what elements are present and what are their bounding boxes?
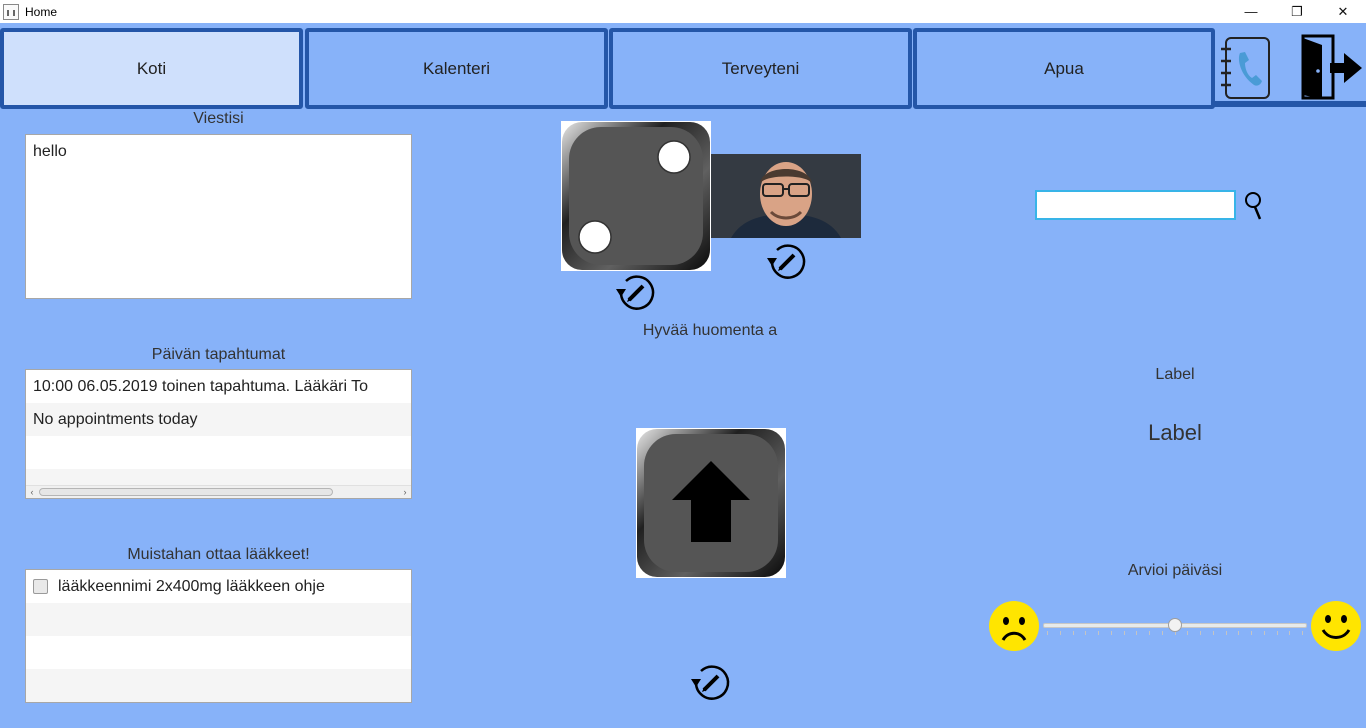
window-controls: — ❐ ✕ bbox=[1228, 0, 1366, 23]
sad-face-icon bbox=[989, 601, 1039, 651]
medicine-label: lääkkeennimi 2x400mg lääkkeen ohje bbox=[58, 577, 325, 595]
events-list[interactable]: 10:00 06.05.2019 toinen tapahtuma. Lääkä… bbox=[25, 369, 412, 499]
scroll-left-icon[interactable]: ‹ bbox=[26, 486, 38, 498]
medicine-item[interactable] bbox=[26, 669, 411, 702]
phonebook-icon[interactable] bbox=[1218, 35, 1274, 101]
greeting-text: Hyvää huomenta a bbox=[642, 322, 778, 339]
messages-box[interactable]: hello bbox=[25, 134, 412, 299]
label-small: Label bbox=[1155, 366, 1195, 383]
events-title: Päivän tapahtumat bbox=[151, 346, 286, 363]
medicine-list[interactable]: lääkkeennimi 2x400mg lääkkeen ohje bbox=[25, 569, 412, 703]
medicine-item[interactable] bbox=[26, 636, 411, 669]
medicine-checkbox[interactable] bbox=[33, 579, 48, 594]
tab-terveyteni[interactable]: Terveyteni bbox=[609, 28, 912, 109]
edit-dice-icon[interactable] bbox=[613, 271, 657, 315]
restore-button[interactable]: ❐ bbox=[1274, 0, 1320, 23]
happy-face-icon bbox=[1311, 601, 1361, 651]
minimize-button[interactable]: — bbox=[1228, 0, 1274, 23]
message-text: hello bbox=[33, 143, 67, 160]
title-bar: Home — ❐ ✕ bbox=[0, 0, 1366, 23]
event-row[interactable] bbox=[26, 436, 411, 469]
edit-avatar-icon[interactable] bbox=[764, 240, 808, 284]
messages-title: Viestisi bbox=[193, 110, 244, 127]
window-title: Home bbox=[25, 4, 58, 19]
event-row[interactable]: 10:00 06.05.2019 toinen tapahtuma. Lääkä… bbox=[26, 370, 411, 403]
search-input[interactable] bbox=[1035, 190, 1236, 220]
tab-koti[interactable]: Koti bbox=[0, 28, 303, 109]
event-row[interactable]: No appointments today bbox=[26, 403, 411, 436]
rating-title: Arvioi päiväsi bbox=[1127, 562, 1223, 579]
edit-greeting-icon[interactable] bbox=[688, 661, 732, 705]
rating-slider[interactable] bbox=[1043, 612, 1307, 640]
slider-thumb[interactable] bbox=[1168, 618, 1182, 632]
app-icon bbox=[3, 3, 19, 20]
exit-door-icon[interactable] bbox=[1300, 33, 1364, 101]
scroll-right-icon[interactable]: › bbox=[399, 486, 411, 498]
medicine-title: Muistahan ottaa lääkkeet! bbox=[127, 546, 310, 563]
medicine-item[interactable]: lääkkeennimi 2x400mg lääkkeen ohje bbox=[26, 570, 411, 603]
horizontal-scrollbar[interactable]: ‹ › bbox=[26, 485, 411, 498]
tab-bar-underline bbox=[1214, 101, 1366, 107]
search-icon[interactable] bbox=[1243, 190, 1265, 222]
label-large: Label bbox=[1148, 420, 1202, 445]
dice-icon[interactable] bbox=[561, 121, 711, 271]
scrollbar-thumb[interactable] bbox=[39, 488, 333, 496]
avatar bbox=[711, 154, 861, 238]
close-button[interactable]: ✕ bbox=[1320, 0, 1366, 23]
medicine-item[interactable] bbox=[26, 603, 411, 636]
up-arrow-button[interactable] bbox=[636, 428, 786, 578]
tab-kalenteri[interactable]: Kalenteri bbox=[305, 28, 608, 109]
tab-apua[interactable]: Apua bbox=[913, 28, 1215, 109]
